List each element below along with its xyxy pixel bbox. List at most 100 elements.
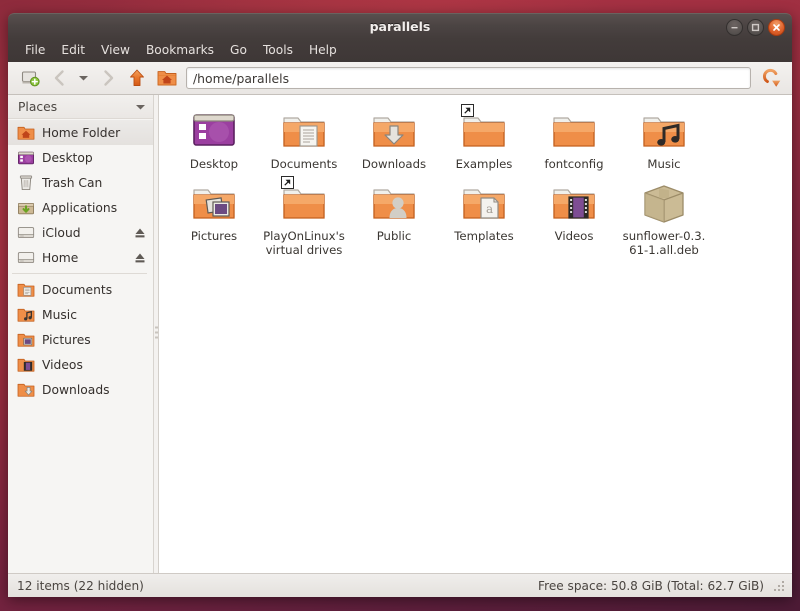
sidebar-item-applications[interactable]: Applications [8, 195, 153, 220]
documents-folder-icon [16, 281, 36, 299]
file-item-desktop[interactable]: Desktop [169, 103, 259, 175]
menu-tools[interactable]: Tools [255, 41, 301, 60]
downloads-folder-icon [368, 106, 420, 156]
sidebar-item-label: Desktop [42, 150, 93, 165]
chevron-down-icon[interactable] [135, 103, 146, 111]
sidebar-item-label: Downloads [42, 382, 110, 397]
forward-button[interactable] [95, 65, 121, 91]
downloads-folder-icon [16, 381, 36, 399]
file-item-pictures[interactable]: Pictures [169, 175, 259, 261]
file-manager-window: parallels File Edit View Bookmarks Go To… [8, 13, 792, 597]
eject-icon[interactable] [133, 252, 147, 264]
sidebar-item-downloads[interactable]: Downloads [8, 377, 153, 402]
file-item-label: sunflower-0.3.61-1.all.deb [622, 229, 706, 257]
sidebar-item-label: Home [42, 250, 79, 265]
symlink-emblem-icon [461, 104, 474, 117]
file-item-downloads[interactable]: Downloads [349, 103, 439, 175]
sidebar-item-documents[interactable]: Documents [8, 277, 153, 302]
statusbar: 12 items (22 hidden) Free space: 50.8 Gi… [8, 573, 792, 597]
menu-help[interactable]: Help [301, 41, 345, 60]
file-item-label: fontconfig [544, 157, 604, 171]
videos-folder-icon [16, 356, 36, 374]
file-item-examples[interactable]: Examples [439, 103, 529, 175]
sidebar-item-home-drive[interactable]: Home [8, 245, 153, 270]
sidebar-item-trash-can[interactable]: Trash Can [8, 170, 153, 195]
back-button[interactable] [46, 65, 72, 91]
file-item-public[interactable]: Public [349, 175, 439, 261]
eject-icon[interactable] [133, 227, 147, 239]
back-arrow-icon [54, 70, 64, 86]
file-item-label: Documents [270, 157, 338, 171]
main-body: Places Home Folder Desktop Trash Can App… [8, 95, 792, 573]
file-item-music[interactable]: Music [619, 103, 709, 175]
svg-text:a: a [486, 202, 493, 216]
reload-icon [762, 68, 780, 87]
sidebar-item-videos[interactable]: Videos [8, 352, 153, 377]
folder-icon [458, 104, 510, 156]
file-item-sunflower-deb[interactable]: sunflower-0.3.61-1.all.deb [619, 175, 709, 261]
pictures-folder-icon [188, 178, 240, 228]
file-item-label: Templates [454, 229, 514, 244]
places-header[interactable]: Places [8, 95, 153, 119]
public-folder-icon [368, 178, 420, 228]
pane-splitter[interactable] [154, 95, 159, 573]
menu-bookmarks[interactable]: Bookmarks [138, 41, 222, 60]
folder-icon [278, 176, 330, 228]
sidebar-item-desktop[interactable]: Desktop [8, 145, 153, 170]
resize-grip[interactable] [774, 579, 786, 593]
file-item-label: Downloads [361, 157, 427, 171]
file-item-label: Videos [554, 229, 594, 244]
up-arrow-icon [130, 69, 144, 86]
pictures-folder-icon [16, 331, 36, 349]
location-home-icon [155, 65, 179, 91]
file-item-videos[interactable]: Videos [529, 175, 619, 261]
places-header-label: Places [18, 99, 58, 114]
file-item-templates[interactable]: a Templates [439, 175, 529, 261]
package-deb-icon [638, 178, 690, 228]
splitter-grip [155, 326, 158, 342]
up-button[interactable] [124, 65, 150, 91]
templates-folder-icon: a [458, 178, 510, 228]
window-titlebar[interactable]: parallels [8, 13, 792, 39]
sidebar-item-pictures[interactable]: Pictures [8, 327, 153, 352]
file-listing-pane[interactable]: Desktop Documents Downloads Examples fon… [159, 95, 792, 573]
menubar: File Edit View Bookmarks Go Tools Help [8, 39, 792, 62]
desktop-icon [16, 149, 36, 167]
location-text: /home/parallels [193, 70, 290, 86]
places-list: Home Folder Desktop Trash Can Applicatio… [8, 119, 153, 573]
videos-folder-icon [548, 178, 600, 228]
menu-go[interactable]: Go [222, 41, 255, 60]
sidebar-item-label: Pictures [42, 332, 91, 347]
home-folder-icon [16, 124, 36, 142]
sidebar-item-home-folder[interactable]: Home Folder [8, 120, 153, 145]
sidebar-item-label: Documents [42, 282, 113, 297]
window-title: parallels [369, 19, 431, 34]
minimize-button[interactable] [726, 19, 743, 36]
sidebar-item-music[interactable]: Music [8, 302, 153, 327]
new-tab-button[interactable] [17, 65, 43, 91]
file-item-documents[interactable]: Documents [259, 103, 349, 175]
menu-view[interactable]: View [93, 41, 138, 60]
sidebar-item-label: Music [42, 307, 77, 322]
close-button[interactable] [768, 19, 785, 36]
drive-icon [16, 224, 36, 242]
sidebar-item-label: Home Folder [42, 125, 121, 140]
file-item-label: Desktop [189, 157, 239, 171]
applications-icon [16, 199, 36, 217]
menu-file[interactable]: File [17, 41, 53, 60]
file-item-label: Public [376, 229, 412, 244]
places-sidebar: Places Home Folder Desktop Trash Can App… [8, 95, 154, 573]
menu-edit[interactable]: Edit [53, 41, 93, 60]
file-item-playonlinux-virtual-drives[interactable]: PlayOnLinux's virtual drives [259, 175, 349, 261]
maximize-button[interactable] [747, 19, 764, 36]
file-item-label: Music [647, 157, 681, 171]
sidebar-item-icloud[interactable]: iCloud [8, 220, 153, 245]
item-count-label: 12 items (22 hidden) [17, 578, 144, 593]
toolbar: /home/parallels [8, 62, 792, 95]
music-folder-icon [16, 306, 36, 324]
file-item-fontconfig[interactable]: fontconfig [529, 103, 619, 175]
reload-button[interactable] [759, 65, 785, 91]
documents-folder-icon [278, 106, 330, 156]
location-bar[interactable]: /home/parallels [186, 67, 751, 89]
history-dropdown-button[interactable] [75, 65, 92, 91]
